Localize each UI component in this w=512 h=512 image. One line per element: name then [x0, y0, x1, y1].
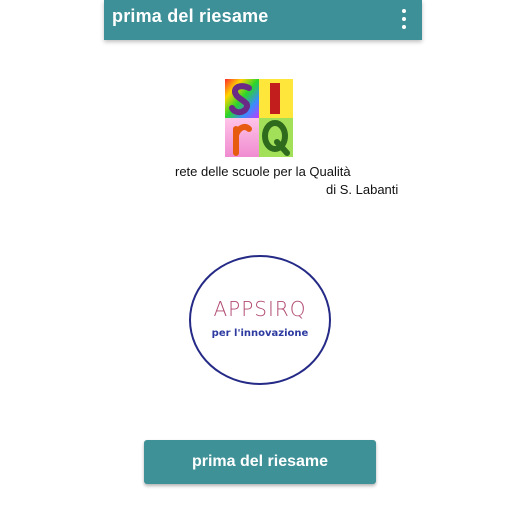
network-tagline: rete delle scuole per la Qualità: [175, 164, 351, 179]
more-vert-icon[interactable]: [396, 8, 412, 30]
author-credit: di S. Labanti: [326, 182, 399, 197]
sirq-logo: [225, 79, 293, 157]
app-bar-title: prima del riesame: [112, 6, 269, 26]
appsirq-subtitle: per l'innovazione: [211, 328, 309, 339]
appsirq-logo: APPSIRQ per l'innovazione: [189, 255, 331, 385]
appsirq-logo-text: APPSIRQ: [213, 297, 307, 321]
prima-del-riesame-button[interactable]: prima del riesame: [144, 440, 376, 484]
app-bar: prima del riesame: [104, 0, 422, 40]
